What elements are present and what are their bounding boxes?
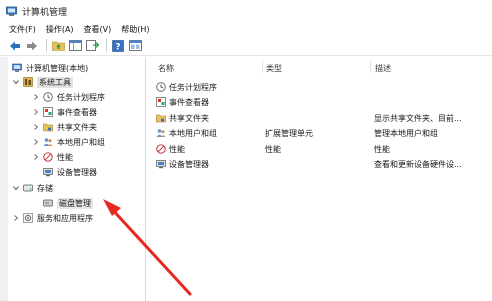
forward-button[interactable] [25,39,39,53]
list-item-name: 本地用户和组 [169,128,217,138]
shared-folder-icon [156,113,166,123]
view-pane-icon [128,40,142,51]
list-item-type: 扩展管理单元 [265,128,313,138]
window-title: 计算机管理 [22,7,68,18]
device-manager-icon [156,159,166,169]
chevron-down-icon[interactable] [12,184,20,192]
shared-folder-icon [43,122,53,132]
column-separator[interactable] [262,61,263,73]
up-folder-button[interactable] [51,39,65,53]
list-item-name: 事件查看器 [169,97,209,107]
column-header-type[interactable]: 类型 [266,63,282,74]
services-icon [23,213,33,223]
list-item[interactable]: 共享文件夹 显示共享文件夹、目前... [150,112,492,124]
list-item-name: 任务计划程序 [169,82,217,92]
menu-bar: 文件(F) 操作(A) 查看(V) 帮助(H) [0,22,492,36]
tree-item-system-tools[interactable]: 系统工具 [12,76,73,88]
menu-view[interactable]: 查看(V) [79,24,117,35]
tree-item-storage[interactable]: 存储 [12,182,53,194]
list-item-name: 共享文件夹 [169,113,209,123]
export-list-icon [85,40,99,51]
list-item-name: 性能 [169,144,185,154]
chevron-right-icon[interactable] [32,93,40,101]
show-hide-tree-button[interactable] [68,39,82,53]
disk-management-icon [43,198,53,208]
list-item-type: 性能 [265,144,281,154]
tree-item-event-viewer[interactable]: 事件查看器 [32,106,97,118]
tree-label-services-apps: 服务和应用程序 [37,213,93,223]
tree-label-task-scheduler: 任务计划程序 [57,92,105,102]
clock-icon [156,82,166,92]
toolbar: ? [0,36,492,56]
tree-label-disk-management: 磁盘管理 [57,197,93,209]
toolbar-separator [106,39,107,52]
tree-label-local-users: 本地用户和组 [57,137,105,147]
list-item[interactable]: 事件查看器 [150,96,492,108]
tree-item-local-users[interactable]: 本地用户和组 [32,136,105,148]
back-arrow-icon [10,41,20,50]
performance-icon [43,152,53,162]
list-item-description: 查看和更新设备硬件设... [374,159,462,169]
computer-management-icon [6,6,17,16]
list-item[interactable]: 性能 性能 性能 [150,143,492,155]
column-header-description[interactable]: 描述 [375,63,391,74]
tools-icon [23,77,33,87]
tree-item-performance[interactable]: 性能 [32,151,73,163]
help-icon: ? [112,39,124,52]
device-manager-icon [43,167,53,177]
menu-file[interactable]: 文件(F) [4,24,41,35]
help-button[interactable]: ? [111,39,125,53]
tree-label-event-viewer: 事件查看器 [57,107,97,117]
chevron-right-icon[interactable] [32,153,40,161]
event-viewer-icon [156,97,166,107]
tree-label-storage: 存储 [37,183,53,193]
performance-icon [156,144,166,154]
tree-item-device-manager[interactable]: 设备管理器 [43,166,97,178]
chevron-right-icon[interactable] [32,108,40,116]
column-separator[interactable] [370,61,371,73]
tree-label-shared-folders: 共享文件夹 [57,122,97,132]
list-item[interactable]: 本地用户和组 扩展管理单元 管理本地用户和组 [150,127,492,139]
chevron-down-icon[interactable] [12,78,20,86]
computer-management-icon [12,63,22,73]
users-icon [43,137,53,147]
tree-label-system-tools: 系统工具 [37,76,73,88]
svg-text:?: ? [115,42,120,52]
list-item-name: 设备管理器 [169,159,209,169]
tree-label-device-manager: 设备管理器 [57,167,97,177]
export-list-button[interactable] [85,39,99,53]
tree-item-disk-management[interactable]: 磁盘管理 [43,197,93,209]
event-viewer-icon [43,107,53,117]
tree-item-services-apps[interactable]: 服务和应用程序 [12,212,93,224]
clock-icon [43,92,53,102]
chevron-right-icon[interactable] [32,138,40,146]
list-item[interactable]: 任务计划程序 [150,81,492,93]
tree-label-root: 计算机管理(本地) [26,63,89,73]
list-item-description: 性能 [374,144,390,154]
storage-icon [23,183,33,193]
console-tree[interactable]: 计算机管理(本地) 系统工具 任务计划程序 事件查看器 共享文件夹 本地用户和组… [8,57,146,301]
result-list-pane[interactable]: 名称 类型 描述 任务计划程序 事件查看器 共享文件夹 显示共享文件夹、目前..… [150,57,492,301]
list-item-description: 管理本地用户和组 [374,128,438,138]
chevron-right-icon[interactable] [12,214,20,222]
properties-button[interactable] [128,39,142,53]
title-bar: 计算机管理 [0,0,492,22]
list-item-description: 显示共享文件夹、目前... [374,113,462,123]
tree-item-shared-folders[interactable]: 共享文件夹 [32,121,97,133]
back-button[interactable] [8,39,22,53]
forward-arrow-icon [27,41,37,50]
menu-help[interactable]: 帮助(H) [116,24,154,35]
column-header-name[interactable]: 名称 [158,63,174,74]
tree-item-root[interactable]: 计算机管理(本地) [12,62,88,74]
toolbar-separator [46,39,47,52]
tree-item-task-scheduler[interactable]: 任务计划程序 [32,91,105,103]
menu-action[interactable]: 操作(A) [41,24,79,35]
list-item[interactable]: 设备管理器 查看和更新设备硬件设... [150,158,492,170]
folder-up-icon [51,41,65,51]
main-panes: 计算机管理(本地) 系统工具 任务计划程序 事件查看器 共享文件夹 本地用户和组… [0,57,492,301]
chevron-right-icon[interactable] [32,123,40,131]
console-tree-icon [68,40,82,51]
users-icon [156,128,166,138]
tree-label-performance: 性能 [57,152,73,162]
